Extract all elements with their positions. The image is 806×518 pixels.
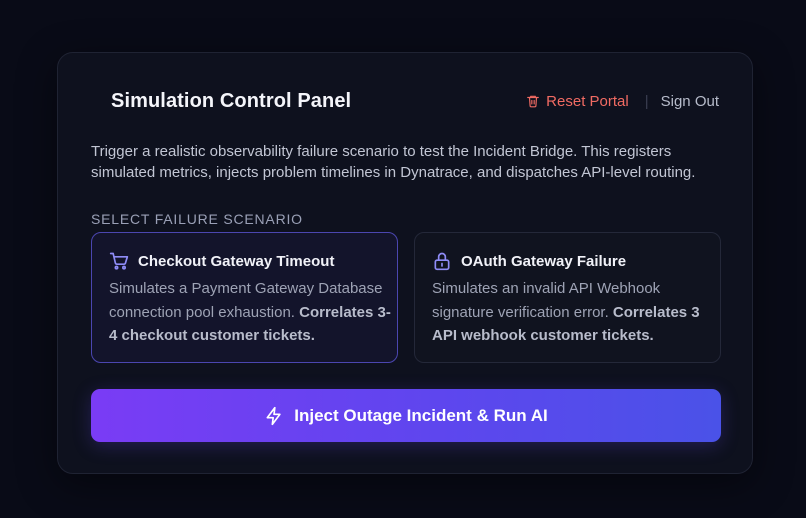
panel-description: Trigger a realistic observability failur… <box>91 143 696 181</box>
page-title: Simulation Control Panel <box>111 89 352 112</box>
simulation-control-panel: Simulation Control Panel Reset Portal | … <box>57 52 753 474</box>
lock-icon <box>431 250 453 272</box>
card-header: Checkout Gateway Timeout <box>108 250 334 272</box>
card-title: Checkout Gateway Timeout <box>138 252 335 270</box>
panel-header: Simulation Control Panel Reset Portal | … <box>111 89 719 113</box>
sign-out-button[interactable]: Sign Out <box>661 93 719 110</box>
inject-outage-label: Inject Outage Incident & Run AI <box>294 405 548 425</box>
lightning-bolt-icon <box>266 406 281 425</box>
header-separator: | <box>644 92 649 110</box>
inject-outage-button[interactable]: Inject Outage Incident & Run AI <box>91 389 721 442</box>
card-title: OAuth Gateway Failure <box>461 252 627 270</box>
shopping-cart-icon <box>108 250 130 272</box>
header-actions: Reset Portal | Sign Out <box>526 93 719 110</box>
card-description: Simulates a Payment Gateway Database con… <box>109 277 391 348</box>
section-label: SELECT FAILURE SCENARIO <box>91 211 303 227</box>
scenario-card-checkout-gateway-timeout[interactable]: Checkout Gateway Timeout Simulates a Pay… <box>91 232 398 363</box>
card-description: Simulates an invalid API Webhook signatu… <box>432 277 714 348</box>
card-header: OAuth Gateway Failure <box>431 250 626 272</box>
scenario-card-oauth-gateway-failure[interactable]: OAuth Gateway Failure Simulates an inval… <box>414 232 721 363</box>
reset-portal-button[interactable]: Reset Portal <box>526 93 629 110</box>
reset-portal-label: Reset Portal <box>546 92 629 110</box>
trash-icon <box>527 95 540 108</box>
